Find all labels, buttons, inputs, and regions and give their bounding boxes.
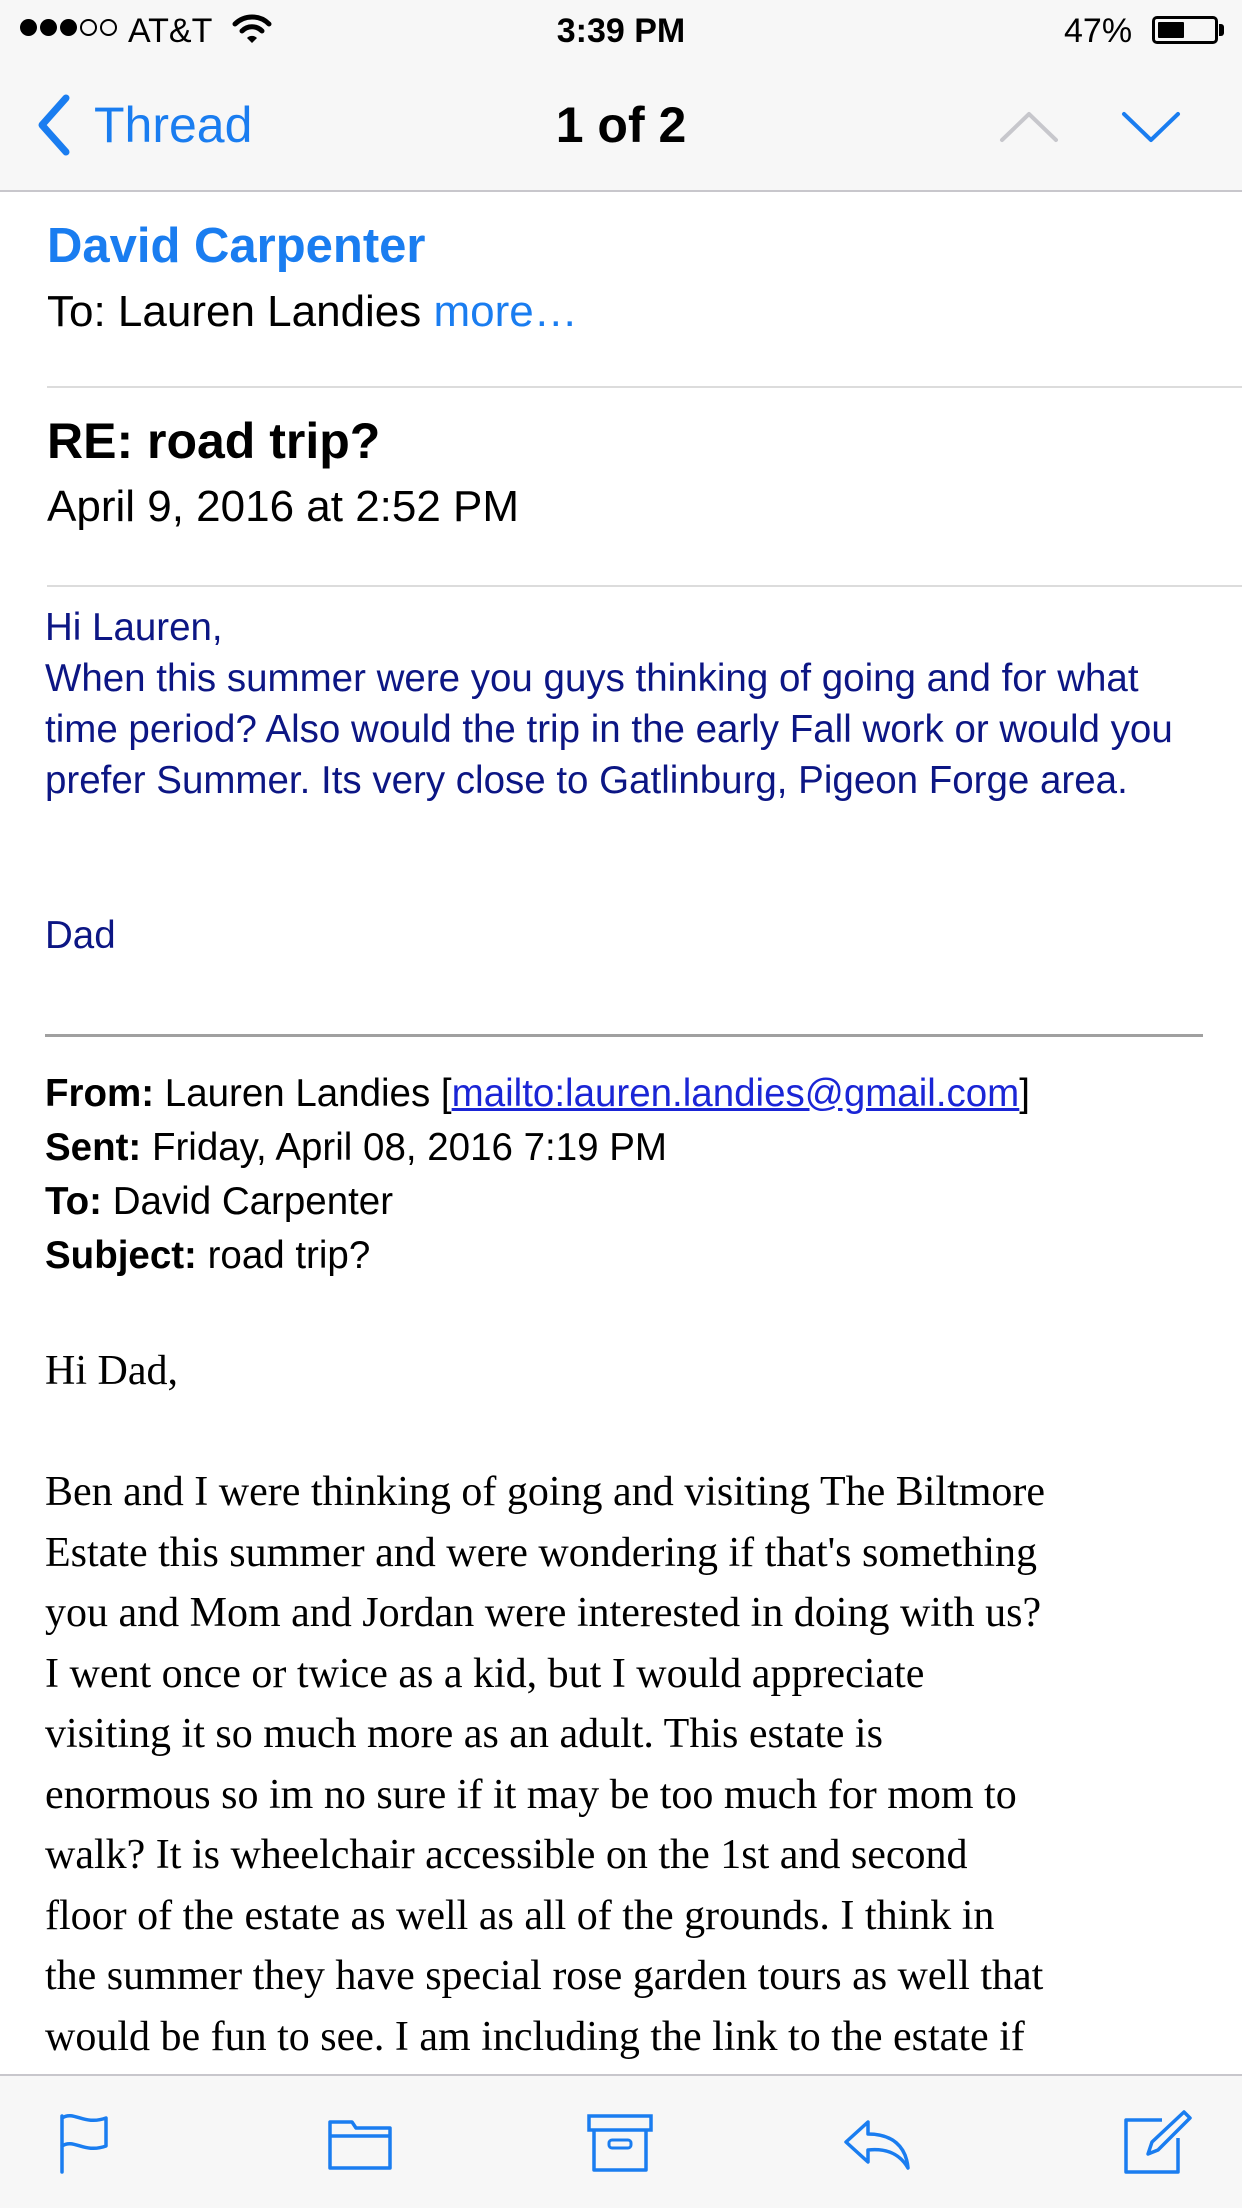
reply-button[interactable] xyxy=(842,2110,912,2176)
quoted-body-line: Ben and I were thinking of going and vis… xyxy=(45,1469,1046,1515)
quoted-body-line: the summer they have special rose garden… xyxy=(45,1953,1044,1999)
reply-paragraph: When this summer were you guys thinking … xyxy=(45,657,1173,802)
chevron-up-icon[interactable] xyxy=(996,102,1062,150)
reply-body: Hi Lauren, When this summer were you guy… xyxy=(45,602,1205,806)
quoted-from-name: Lauren Landies [ xyxy=(164,1072,452,1115)
quoted-subject-label: Subject: xyxy=(45,1234,197,1277)
battery-percentage: 47% xyxy=(1064,12,1133,50)
quoted-body-line: you and Mom and Jordan were interested i… xyxy=(45,1590,1042,1636)
flag-icon xyxy=(60,2114,108,2174)
recipient-line: To: Lauren Landies more… xyxy=(47,287,578,337)
quoted-sent-row: Sent: Friday, April 08, 2016 7:19 PM xyxy=(45,1121,1030,1175)
flag-button[interactable] xyxy=(50,2110,120,2176)
quoted-body-line: would be fun to see. I am including the … xyxy=(45,2013,1025,2060)
bottom-toolbar xyxy=(0,2074,1242,2208)
quote-separator xyxy=(45,1034,1203,1037)
compose-icon xyxy=(1124,2110,1192,2174)
quoted-body-line: enormous so im no sure if it may be too … xyxy=(45,1771,1017,1818)
reply-icon xyxy=(844,2120,910,2170)
quoted-body: Ben and I were thinking of going and vis… xyxy=(45,1462,1210,2067)
archive-button[interactable] xyxy=(585,2110,655,2176)
quoted-header: From: Lauren Landies [mailto:lauren.land… xyxy=(45,1067,1030,1283)
quoted-body-line: walk? It is wheelchair accessible on the… xyxy=(45,1832,968,1878)
quoted-to-value: David Carpenter xyxy=(112,1180,394,1223)
quoted-from-close: ] xyxy=(1019,1072,1030,1115)
folder-icon xyxy=(328,2120,392,2170)
status-time: 3:39 PM xyxy=(556,12,686,50)
back-button[interactable]: Thread xyxy=(34,92,252,158)
quoted-from-row: From: Lauren Landies [mailto:lauren.land… xyxy=(45,1067,1030,1121)
archive-icon xyxy=(587,2114,653,2172)
quoted-greeting: Hi Dad, xyxy=(45,1348,178,1394)
chevron-left-icon xyxy=(38,94,70,156)
message-date: April 9, 2016 at 2:52 PM xyxy=(47,482,520,531)
more-recipients-link[interactable]: more… xyxy=(434,287,578,336)
chevron-down-icon[interactable] xyxy=(1118,102,1184,150)
move-to-folder-button[interactable] xyxy=(326,2110,396,2176)
battery-icon xyxy=(1152,16,1218,44)
quoted-subject-value: road trip? xyxy=(207,1234,371,1277)
status-bar: AT&T 3:39 PM 47% xyxy=(0,0,1242,62)
quoted-to-row: To: David Carpenter xyxy=(45,1175,1030,1229)
mailto-link[interactable]: mailto:lauren.landies@gmail.com xyxy=(452,1072,1020,1115)
quoted-body-line: floor of the estate as well as all of th… xyxy=(45,1892,995,1939)
body-divider xyxy=(47,585,1242,587)
message-subject: RE: road trip? xyxy=(47,413,381,469)
compose-button[interactable] xyxy=(1122,2110,1192,2176)
quoted-body-line: Estate this summer and were wondering if… xyxy=(45,1529,1038,1576)
recipient-text: To: Lauren Landies xyxy=(47,287,422,336)
quoted-sent-value: Friday, April 08, 2016 7:19 PM xyxy=(151,1126,667,1169)
reply-signature: Dad xyxy=(45,914,116,957)
sender-name[interactable]: David Carpenter xyxy=(47,218,426,274)
quoted-body-line: visiting it so much more as an adult. Th… xyxy=(45,1711,883,1757)
quoted-subject-row: Subject: road trip? xyxy=(45,1229,1030,1283)
header-divider xyxy=(47,386,1242,388)
quoted-body-line: I went once or twice as a kid, but I wou… xyxy=(45,1650,925,1697)
navigation-bar: Thread 1 of 2 xyxy=(0,62,1242,192)
reply-greeting: Hi Lauren, xyxy=(45,606,223,649)
back-button-label: Thread xyxy=(94,97,253,153)
quoted-to-label: To: xyxy=(45,1180,102,1223)
quoted-sent-label: Sent: xyxy=(45,1126,142,1169)
quoted-from-label: From: xyxy=(45,1072,155,1115)
battery-tip xyxy=(1219,24,1224,36)
